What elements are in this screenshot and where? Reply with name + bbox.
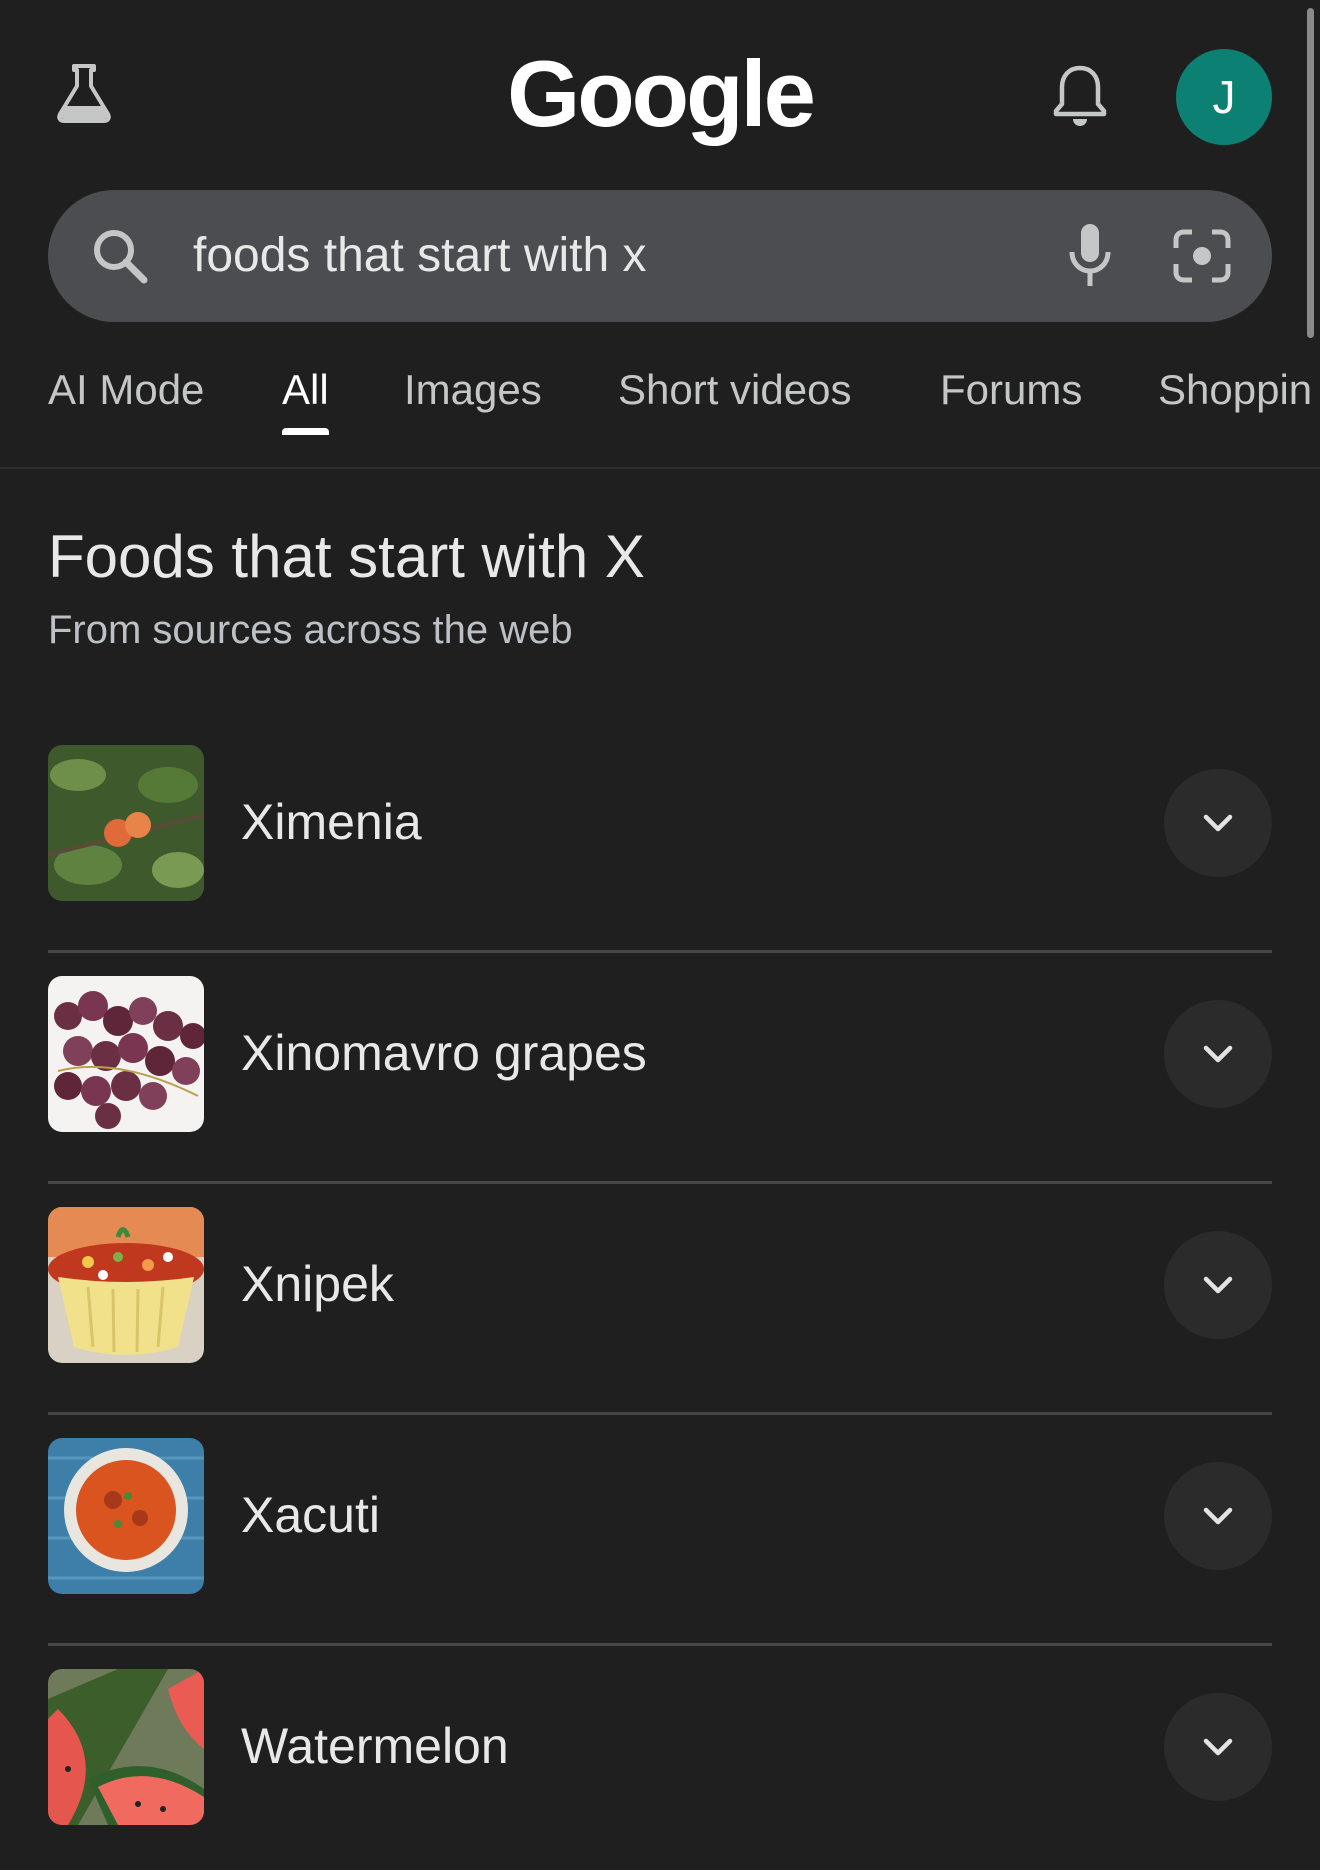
tab-label: AI Mode — [48, 366, 205, 413]
section-title: Foods that start with X — [48, 523, 645, 590]
scrollbar[interactable] — [1307, 8, 1314, 338]
avatar[interactable]: J — [1176, 49, 1272, 145]
list-item[interactable]: Xinomavro grapes — [48, 953, 1272, 1184]
expand-button[interactable] — [1164, 1000, 1272, 1108]
tab-ai-mode[interactable]: AI Mode — [48, 355, 204, 435]
item-name: Ximenia — [241, 794, 422, 850]
expand-button[interactable] — [1164, 1231, 1272, 1339]
tab-label: Short videos — [618, 366, 852, 413]
chevron-down-icon — [1203, 1045, 1233, 1063]
item-name: Watermelon — [241, 1718, 509, 1774]
ximenia-thumbnail — [48, 745, 204, 901]
list-item[interactable]: Xacuti — [48, 1415, 1272, 1646]
tab-forums[interactable]: Forums — [940, 355, 1082, 435]
list-item[interactable]: Watermelon — [48, 1646, 1272, 1870]
item-name: Xinomavro grapes — [241, 1025, 647, 1081]
search-results-page: Google J foods that start with x AI Mode… — [0, 0, 1320, 1870]
list-item[interactable]: Ximenia — [48, 722, 1272, 953]
header: Google J — [0, 0, 1320, 338]
search-bar[interactable]: foods that start with x — [48, 190, 1272, 322]
chevron-down-icon — [1203, 814, 1233, 832]
xnipek-thumbnail — [48, 1207, 204, 1363]
expand-button[interactable] — [1164, 769, 1272, 877]
tab-label: All — [282, 366, 329, 413]
watermelon-thumbnail — [48, 1669, 204, 1825]
chevron-down-icon — [1203, 1276, 1233, 1294]
chevron-down-icon — [1203, 1738, 1233, 1756]
item-name: Xnipek — [241, 1256, 394, 1312]
tabs-divider — [0, 467, 1320, 469]
tab-shopping[interactable]: Shoppin — [1158, 355, 1312, 435]
expand-button[interactable] — [1164, 1693, 1272, 1801]
search-input[interactable]: foods that start with x — [193, 190, 647, 322]
chevron-down-icon — [1203, 1507, 1233, 1525]
search-tabs: AI Mode All Images Short videos Forums S… — [0, 355, 1320, 467]
tab-label: Shoppin — [1158, 366, 1313, 413]
tab-all[interactable]: All — [282, 355, 329, 435]
xacuti-thumbnail — [48, 1438, 204, 1594]
list-item[interactable]: Xnipek — [48, 1184, 1272, 1415]
google-logo[interactable]: Google — [0, 40, 1320, 148]
active-tab-indicator — [282, 428, 329, 435]
food-list: Ximenia Xinomavro grapes Xnipek Xacuti W… — [48, 722, 1272, 1870]
tab-label: Forums — [940, 366, 1083, 413]
item-name: Xacuti — [241, 1487, 380, 1543]
expand-button[interactable] — [1164, 1462, 1272, 1570]
tab-images[interactable]: Images — [404, 355, 542, 435]
tab-short-videos[interactable]: Short videos — [618, 355, 851, 435]
section-subtitle: From sources across the web — [48, 608, 573, 652]
bell-icon[interactable] — [1050, 62, 1110, 130]
search-icon[interactable] — [88, 224, 152, 288]
xinomavro-grapes-thumbnail — [48, 976, 204, 1132]
camera-lens-icon[interactable] — [1170, 224, 1234, 288]
tab-label: Images — [404, 366, 542, 413]
mic-icon[interactable] — [1058, 220, 1122, 292]
